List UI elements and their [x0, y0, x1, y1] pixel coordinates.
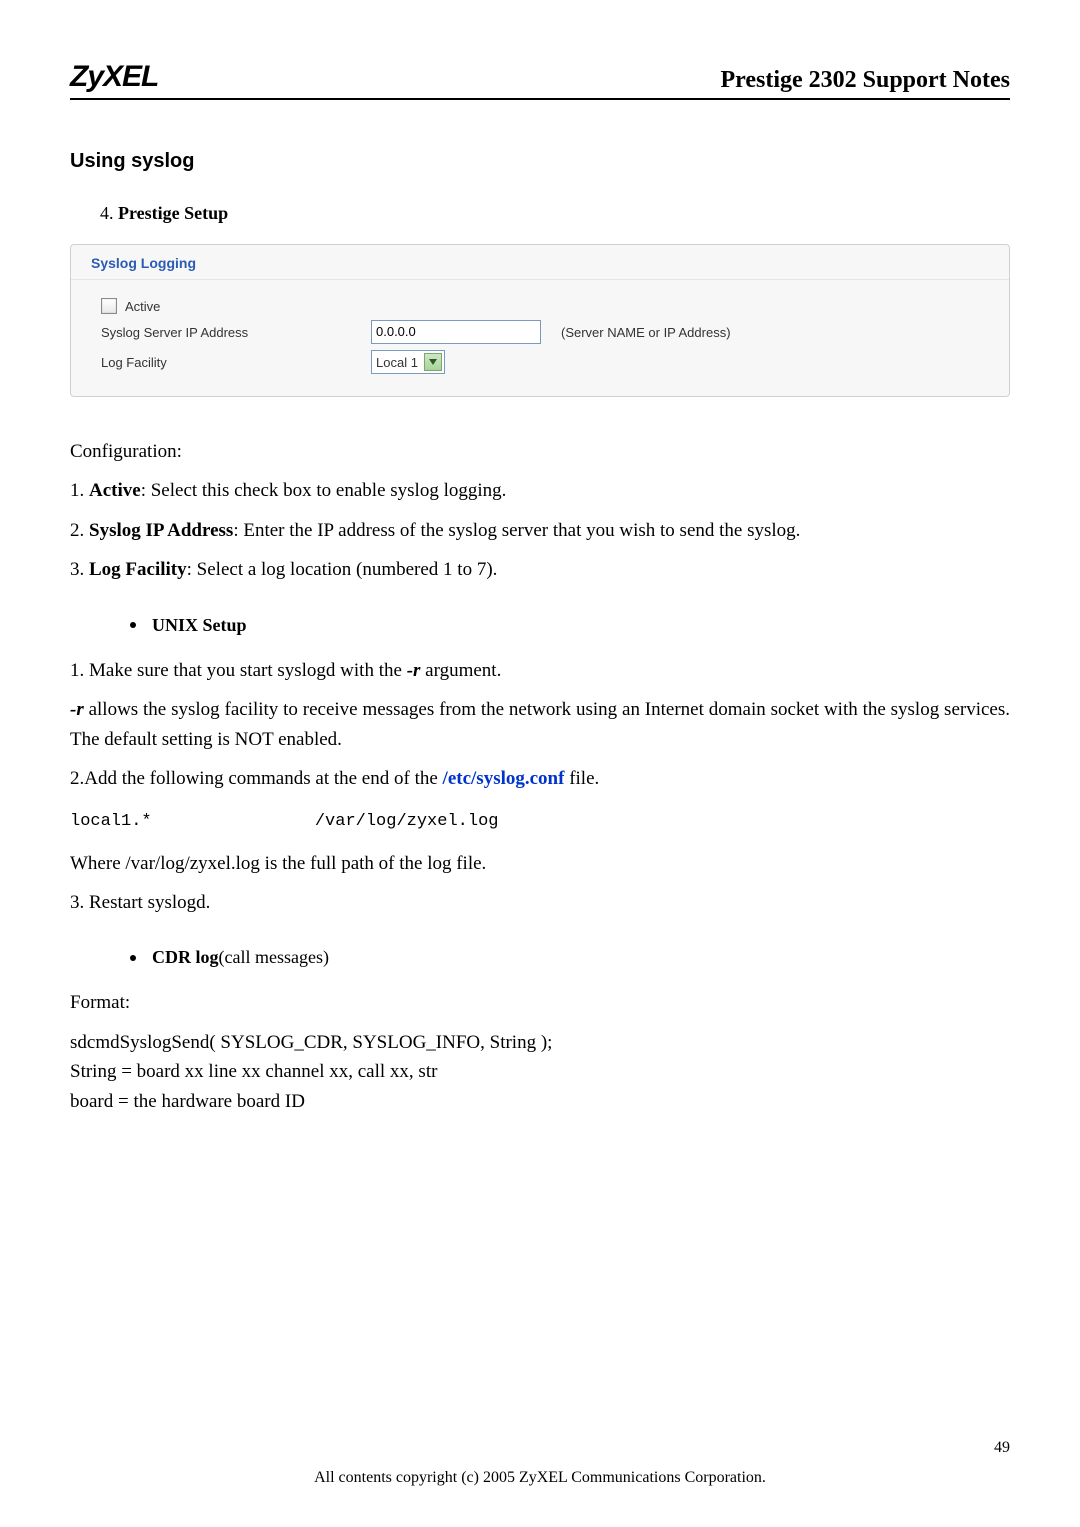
unix-line-1: 1. Make sure that you start syslogd with…	[70, 656, 1010, 685]
syslog-conf-link[interactable]: /etc/syslog.conf	[443, 768, 565, 789]
log-facility-row: Log Facility Local 1	[101, 350, 979, 374]
log-facility-select[interactable]: Local 1	[371, 350, 445, 374]
config-item-1: 1. Active: Select this check box to enab…	[70, 476, 1010, 505]
chevron-down-icon	[424, 353, 442, 371]
page-header: ZyXEL Prestige 2302 Support Notes	[70, 60, 1010, 100]
config-num: 1.	[70, 480, 89, 501]
list-label: Prestige Setup	[118, 203, 228, 223]
cdr-bullet-rest: (call messages)	[219, 947, 329, 967]
config-item-3: 3. Log Facility: Select a log location (…	[70, 555, 1010, 584]
log-facility-label: Log Facility	[101, 355, 371, 370]
cdr-bullet: CDR log(call messages)	[130, 947, 1010, 968]
page-title: Prestige 2302 Support Notes	[720, 67, 1010, 94]
cdr-bullet-bold: CDR log	[152, 947, 219, 967]
flag-r: -r	[70, 699, 84, 720]
log-facility-value: Local 1	[376, 355, 418, 370]
config-num: 2.	[70, 520, 89, 541]
config-term: Active	[89, 480, 141, 501]
brand-logo: ZyXEL	[70, 60, 158, 94]
text-fragment: file.	[564, 768, 599, 789]
unix-para: -r allows the syslog facility to receive…	[70, 695, 1010, 754]
flag-r: -r	[407, 660, 421, 681]
text-fragment: argument.	[420, 660, 501, 681]
unix-where: Where /var/log/zyxel.log is the full pat…	[70, 849, 1010, 878]
code-block: local1.* /var/log/zyxel.log	[70, 812, 1010, 831]
server-ip-input[interactable]: 0.0.0.0	[371, 320, 541, 344]
text-fragment: 2.Add the following commands at the end …	[70, 768, 443, 789]
bullet-icon	[130, 955, 136, 961]
config-rest: : Select a log location (numbered 1 to 7…	[187, 559, 498, 580]
config-rest: : Enter the IP address of the syslog ser…	[233, 520, 800, 541]
text-fragment: 1. Make sure that you start syslogd with…	[70, 660, 407, 681]
unix-bullet: UNIX Setup	[130, 615, 1010, 636]
config-term: Log Facility	[89, 559, 187, 580]
unix-line-3: 3. Restart syslogd.	[70, 888, 1010, 917]
format-line-a: sdcmdSyslogSend( SYSLOG_CDR, SYSLOG_INFO…	[70, 1028, 1010, 1057]
section-heading: Using syslog	[70, 150, 1010, 173]
format-heading: Format:	[70, 988, 1010, 1017]
copyright-footer: All contents copyright (c) 2005 ZyXEL Co…	[0, 1469, 1080, 1487]
active-row: Active	[101, 298, 979, 314]
server-ip-row: Syslog Server IP Address 0.0.0.0 (Server…	[101, 320, 979, 344]
config-rest: : Select this check box to enable syslog…	[141, 480, 507, 501]
syslog-panel: Syslog Logging Active Syslog Server IP A…	[70, 244, 1010, 397]
panel-title: Syslog Logging	[71, 245, 1009, 280]
config-item-2: 2. Syslog IP Address: Enter the IP addre…	[70, 516, 1010, 545]
active-label: Active	[125, 299, 160, 314]
unix-line-2: 2.Add the following commands at the end …	[70, 764, 1010, 793]
panel-body: Active Syslog Server IP Address 0.0.0.0 …	[71, 280, 1009, 396]
page-number: 49	[994, 1439, 1010, 1457]
format-line-c: board = the hardware board ID	[70, 1087, 1010, 1116]
unix-bullet-label: UNIX Setup	[152, 615, 247, 635]
server-ip-label: Syslog Server IP Address	[101, 325, 371, 340]
config-term: Syslog IP Address	[89, 520, 233, 541]
format-line-b: String = board xx line xx channel xx, ca…	[70, 1057, 1010, 1086]
server-ip-hint: (Server NAME or IP Address)	[561, 325, 731, 340]
config-num: 3.	[70, 559, 89, 580]
list-number: 4.	[100, 203, 114, 223]
configuration-heading: Configuration:	[70, 437, 1010, 466]
text-fragment: allows the syslog facility to receive me…	[70, 699, 1010, 749]
active-checkbox[interactable]	[101, 298, 117, 314]
ordered-list-item: 4. Prestige Setup	[100, 203, 1010, 224]
bullet-icon	[130, 622, 136, 628]
